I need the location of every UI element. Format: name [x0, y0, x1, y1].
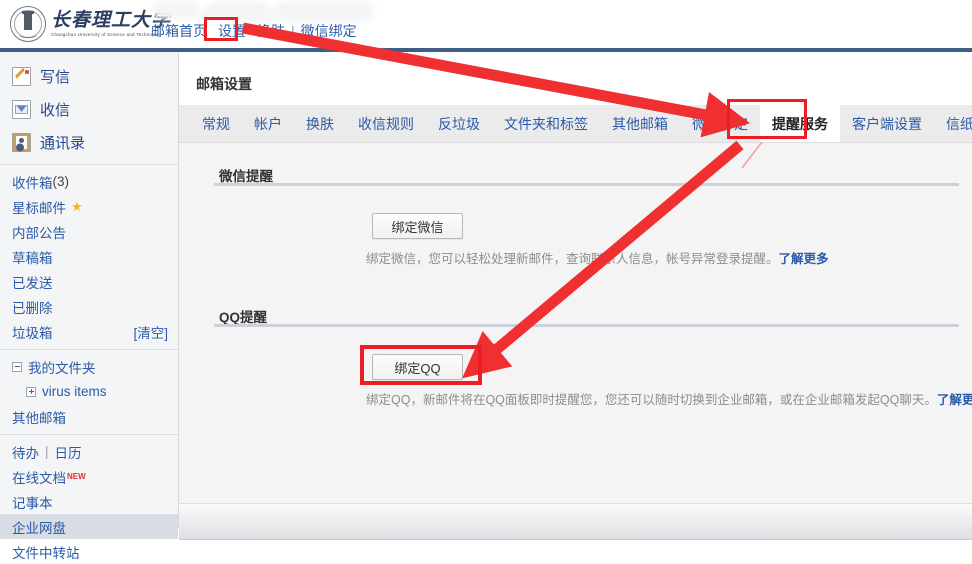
tab-skin[interactable]: 换肤	[294, 105, 346, 142]
tree-expand-icon[interactable]	[26, 386, 36, 397]
section-title-qq: QQ提醒	[219, 310, 268, 325]
header-divider	[0, 48, 972, 52]
sidebar-label-contacts: 通讯录	[40, 135, 86, 152]
sidebar-item-my-folders[interactable]: 我的文件夹	[0, 354, 178, 379]
folder-label-starred: 星标邮件	[12, 200, 66, 216]
tab-account[interactable]: 帐户	[242, 105, 294, 142]
wechat-description: 绑定微信，您可以轻松处理新邮件，查询联系人信息，帐号异常登录提醒。了解更多	[366, 248, 829, 267]
folder-label-announcements: 内部公告	[12, 225, 66, 241]
tool-separator: |	[45, 444, 49, 459]
tab-folders-labels[interactable]: 文件夹和标签	[492, 105, 600, 142]
sidebar-item-announcements[interactable]: 内部公告	[0, 219, 178, 244]
tool-label-file-transfer: 文件中转站	[12, 545, 80, 561]
sidebar-item-other-mailbox[interactable]: 其他邮箱	[0, 404, 178, 429]
top-header: 长春理工大学 Changchun University of Science a…	[0, 0, 972, 48]
sidebar-item-enterprise-disk[interactable]: 企业网盘	[0, 514, 178, 539]
nav-skin[interactable]: 换肤	[254, 20, 288, 42]
header-nav: 邮箱首页 设置 换肤 | 微信绑定	[148, 20, 360, 42]
wechat-learn-more-link[interactable]: 了解更多	[779, 252, 829, 266]
tool-label-enterprise-disk: 企业网盘	[12, 520, 66, 536]
folder-label-trash: 垃圾箱	[12, 325, 53, 341]
redacted-area-1	[153, 2, 200, 19]
nav-wechat-bind[interactable]: 微信绑定	[298, 20, 360, 42]
section-divider-qq	[214, 324, 959, 327]
sidebar-item-starred[interactable]: 星标邮件 ★	[0, 194, 178, 219]
folder-label-inbox: 收件箱	[12, 175, 53, 191]
contacts-icon	[12, 133, 31, 152]
wechat-description-text: 绑定微信，您可以轻松处理新邮件，查询联系人信息，帐号异常登录提醒。	[366, 252, 779, 266]
tab-letterhead[interactable]: 信纸	[934, 105, 972, 142]
qq-description-text: 绑定QQ，新邮件将在QQ面板即时提醒您，您还可以随时切换到企业邮箱，或在企业邮箱…	[366, 393, 937, 407]
sidebar-divider-2	[0, 349, 178, 350]
sidebar-divider-1	[0, 164, 178, 165]
sidebar-label-receive: 收信	[40, 102, 71, 119]
highlight-box-settings	[204, 17, 238, 41]
sidebar-item-sent[interactable]: 已发送	[0, 269, 178, 294]
highlight-box-reminder-tab	[727, 99, 807, 139]
star-icon: ★	[71, 198, 83, 214]
tab-receive-rules[interactable]: 收信规则	[346, 105, 426, 142]
sidebar-label-compose: 写信	[40, 69, 71, 86]
sidebar-divider-3	[0, 434, 178, 435]
tab-client-settings[interactable]: 客户端设置	[840, 105, 934, 142]
tool-label-todo[interactable]: 待办	[12, 442, 39, 462]
trash-empty-action[interactable]: [清空]	[133, 322, 168, 342]
new-badge: NEW	[67, 472, 86, 481]
qq-learn-more-link[interactable]: 了解更多	[937, 393, 972, 407]
page-title: 邮箱设置	[196, 76, 252, 92]
tab-general[interactable]: 常规	[190, 105, 242, 142]
sidebar-item-contacts[interactable]: 通讯录	[0, 126, 178, 159]
section-title-wechat: 微信提醒	[219, 169, 273, 184]
sidebar: 写信 收信 通讯录 收件箱 (3) 星标邮件 ★ 内部公告 草稿箱 已发送 已删除…	[0, 52, 179, 561]
footer-band	[179, 503, 972, 540]
folder-label-virus-items: virus items	[42, 384, 107, 399]
sidebar-item-compose[interactable]: 写信	[0, 60, 178, 93]
sidebar-item-online-docs[interactable]: 在线文档 NEW	[0, 464, 178, 489]
sidebar-item-file-transfer[interactable]: 文件中转站	[0, 539, 178, 564]
sidebar-item-inbox[interactable]: 收件箱 (3)	[0, 169, 178, 194]
settings-tabbar: 常规 帐户 换肤 收信规则 反垃圾 文件夹和标签 其他邮箱 微信绑定 提醒服务 …	[179, 105, 972, 143]
nav-mailbox-home[interactable]: 邮箱首页	[148, 20, 210, 42]
folder-label-drafts: 草稿箱	[12, 250, 53, 266]
settings-content: 微信提醒 绑定微信 绑定微信，您可以轻松处理新邮件，查询联系人信息，帐号异常登录…	[179, 143, 972, 503]
tree-collapse-icon[interactable]	[12, 361, 22, 372]
tool-label-notepad: 记事本	[12, 495, 53, 511]
tab-anti-spam[interactable]: 反垃圾	[426, 105, 492, 142]
sidebar-item-deleted[interactable]: 已删除	[0, 294, 178, 319]
sidebar-item-virus-items[interactable]: virus items	[0, 379, 178, 404]
highlight-box-bind-qq	[360, 345, 482, 385]
university-seal-icon	[10, 6, 46, 42]
bind-wechat-button[interactable]: 绑定微信	[372, 213, 463, 239]
tool-label-online-docs: 在线文档	[12, 470, 66, 486]
sidebar-item-inbox-action[interactable]: 收信	[0, 93, 178, 126]
compose-icon	[12, 67, 31, 86]
sidebar-item-trash[interactable]: 垃圾箱 [清空]	[0, 319, 178, 344]
sidebar-item-drafts[interactable]: 草稿箱	[0, 244, 178, 269]
folder-label-deleted: 已删除	[12, 300, 53, 316]
folder-label-sent: 已发送	[12, 275, 53, 291]
tab-other-mailbox[interactable]: 其他邮箱	[600, 105, 680, 142]
section-divider-wechat	[214, 183, 959, 186]
inbox-unread-count: (3)	[52, 174, 70, 189]
tool-label-calendar[interactable]: 日历	[55, 442, 82, 462]
nav-separator: |	[291, 23, 295, 39]
qq-description: 绑定QQ，新邮件将在QQ面板即时提醒您，您还可以随时切换到企业邮箱，或在企业邮箱…	[366, 389, 972, 408]
main-panel: 邮箱设置 常规 帐户 换肤 收信规则 反垃圾 文件夹和标签 其他邮箱 微信绑定 …	[179, 52, 972, 540]
inbox-icon	[12, 100, 31, 119]
sidebar-item-notepad[interactable]: 记事本	[0, 489, 178, 514]
folder-label-other-mailbox: 其他邮箱	[12, 410, 66, 426]
folder-label-my-folders: 我的文件夹	[28, 360, 96, 376]
university-logo[interactable]: 长春理工大学 Changchun University of Science a…	[10, 3, 170, 45]
sidebar-item-todo-calendar[interactable]: 待办 | 日历	[0, 439, 178, 464]
